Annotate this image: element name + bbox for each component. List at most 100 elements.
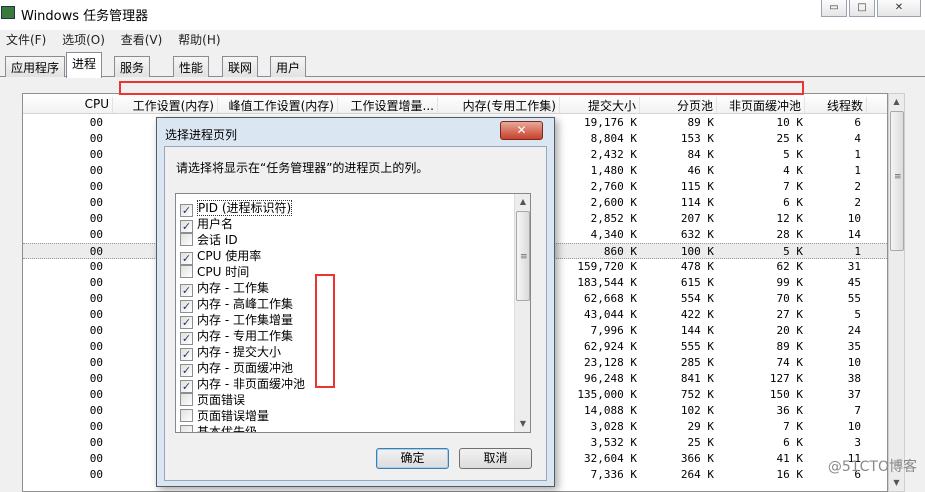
cell-commit: 7,336 K (590, 468, 637, 481)
cell-paged: 478 K (680, 260, 714, 273)
column-option[interactable]: ✓ 内存 - 专用工作集 (180, 327, 293, 345)
cancel-button[interactable]: 取消 (459, 448, 532, 469)
tab-networking[interactable]: 联网 (222, 56, 259, 77)
cell-threads: 5 (854, 308, 861, 321)
col-peak-working-set[interactable]: 峰值工作设置(内存) (218, 97, 338, 113)
tab-users[interactable]: 用户 (270, 56, 307, 77)
column-option[interactable]: ✓ 内存 - 页面缓冲池 (180, 359, 293, 377)
column-option[interactable]: ✓ 用户名 (180, 215, 234, 233)
cell-nonpaged: 36 K (776, 404, 804, 417)
scrollbar-thumb[interactable]: ≡ (890, 111, 904, 251)
cell-commit: 2,600 K (590, 196, 637, 209)
cell-threads: 31 (847, 260, 861, 273)
column-option[interactable]: 会话 ID (180, 231, 238, 247)
column-option-label: 页面错误 (197, 393, 246, 407)
scroll-up-icon[interactable]: ▲ (515, 194, 530, 210)
grip-icon: ≡ (520, 252, 528, 262)
column-option[interactable]: ✓ 内存 - 非页面缓冲池 (180, 375, 305, 393)
column-checklist[interactable]: ✓ PID (进程标识符) ✓ 用户名 会话 ID ✓ CPU 使用率 CPU 时间 ✓ 内存 -… (175, 193, 531, 433)
cell-commit: 62,668 K (584, 292, 637, 305)
column-option-label: 用户名 (197, 217, 234, 231)
cell-cpu: 00 (89, 308, 103, 321)
menu-help[interactable]: 帮助(H) (172, 30, 226, 49)
cell-commit: 2,432 K (590, 148, 637, 161)
close-button[interactable]: ✕ (877, 0, 921, 17)
cell-paged: 841 K (680, 372, 714, 385)
cell-nonpaged: 12 K (776, 212, 804, 225)
maximize-button[interactable]: □ (849, 0, 875, 17)
checkbox-unchecked[interactable] (180, 425, 193, 432)
column-option[interactable]: CPU 时间 (180, 263, 249, 279)
cell-paged: 29 K (687, 420, 715, 433)
cell-nonpaged: 5 K (783, 245, 803, 258)
tab-processes[interactable]: 进程 (66, 52, 103, 78)
cell-nonpaged: 150 K (769, 388, 803, 401)
window-controls: ▭ □ ✕ (821, 0, 921, 17)
col-nonpaged-pool[interactable]: 非页面缓冲池 (717, 97, 805, 113)
ok-button[interactable]: 确定 (376, 448, 449, 469)
menu-file[interactable]: 文件(F) (0, 30, 52, 49)
column-option[interactable]: ✓ CPU 使用率 (180, 247, 261, 265)
scroll-down-icon[interactable]: ▼ (515, 416, 530, 432)
menu-options[interactable]: 选项(O) (56, 30, 111, 49)
cell-nonpaged: 28 K (776, 228, 804, 241)
cell-cpu: 00 (89, 372, 103, 385)
cell-nonpaged: 7 K (783, 420, 803, 433)
cell-threads: 35 (847, 340, 861, 353)
cell-cpu: 00 (89, 212, 103, 225)
col-paged-pool[interactable]: 分页池 (640, 97, 717, 113)
column-option[interactable]: 页面错误增量 (180, 407, 269, 423)
col-threads[interactable]: 线程数 (805, 97, 867, 113)
minimize-button[interactable]: ▭ (821, 0, 847, 17)
cell-commit: 4,340 K (590, 228, 637, 241)
checklist-scrollbar-thumb[interactable]: ≡ (516, 211, 530, 301)
cell-commit: 7,996 K (590, 324, 637, 337)
cell-threads: 10 (847, 420, 861, 433)
col-private-working-set[interactable]: 内存(专用工作集) (438, 97, 560, 113)
checkbox-unchecked[interactable] (180, 409, 193, 422)
cell-commit: 135,000 K (577, 388, 637, 401)
column-header-row: CPU 工作设置(内存) 峰值工作设置(内存) 工作设置增量... 内存(专用工… (23, 94, 887, 114)
cell-nonpaged: 74 K (776, 356, 804, 369)
checkbox-unchecked[interactable] (180, 265, 193, 278)
cell-paged: 752 K (680, 388, 714, 401)
cell-cpu: 00 (89, 468, 103, 481)
column-option[interactable]: ✓ 内存 - 提交大小 (180, 343, 281, 361)
cell-threads: 1 (854, 164, 861, 177)
cell-cpu: 00 (89, 148, 103, 161)
highlight-box-header (119, 81, 804, 95)
checkbox-unchecked[interactable] (180, 233, 193, 246)
cell-cpu: 00 (89, 340, 103, 353)
checklist-scrollbar[interactable]: ▲ ≡ ▼ (514, 194, 530, 432)
cell-cpu: 00 (89, 276, 103, 289)
col-working-set-delta[interactable]: 工作设置增量... (338, 97, 438, 113)
col-cpu[interactable]: CPU (23, 97, 113, 113)
column-option-label: 内存 - 工作集 (197, 281, 269, 295)
cell-paged: 615 K (680, 276, 714, 289)
menu-view[interactable]: 查看(V) (115, 30, 169, 49)
column-option[interactable]: ✓ PID (进程标识符) (180, 199, 293, 217)
tab-applications[interactable]: 应用程序 (5, 56, 66, 77)
cell-paged: 144 K (680, 324, 714, 337)
column-option[interactable]: 基本优先级 (180, 423, 257, 432)
col-commit-size[interactable]: 提交大小 (560, 97, 640, 113)
cell-threads: 14 (847, 228, 861, 241)
tab-performance[interactable]: 性能 (173, 56, 210, 77)
process-list-scrollbar[interactable]: ▲ ≡ ▼ (888, 93, 905, 492)
col-working-set[interactable]: 工作设置(内存) (113, 97, 218, 113)
cell-nonpaged: 4 K (783, 164, 803, 177)
cell-cpu: 00 (89, 180, 103, 193)
scroll-up-icon[interactable]: ▲ (889, 94, 904, 110)
column-option[interactable]: ✓ 内存 - 工作集增量 (180, 311, 293, 329)
dialog-close-button[interactable]: ✕ (500, 121, 543, 140)
cell-threads: 7 (854, 404, 861, 417)
cell-commit: 860 K (603, 245, 637, 258)
column-option[interactable]: ✓ 内存 - 工作集 (180, 279, 269, 297)
cell-nonpaged: 62 K (776, 260, 804, 273)
column-option[interactable]: ✓ 内存 - 高峰工作集 (180, 295, 293, 313)
scroll-down-icon[interactable]: ▼ (889, 475, 904, 491)
tab-services[interactable]: 服务 (114, 56, 151, 77)
column-option[interactable]: 页面错误 (180, 391, 245, 407)
cell-threads: 24 (847, 324, 861, 337)
checkbox-unchecked[interactable] (180, 393, 193, 406)
